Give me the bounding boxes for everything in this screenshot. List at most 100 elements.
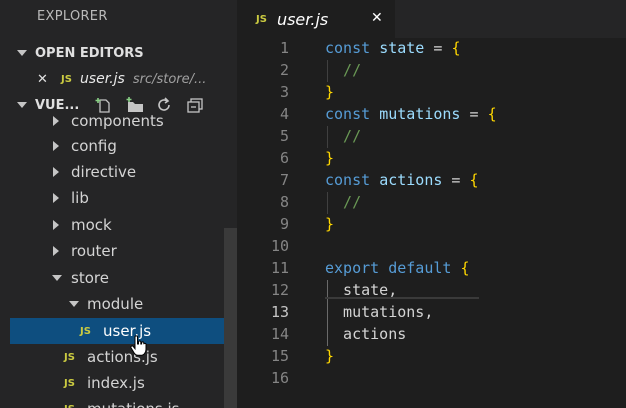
line-number: 5 — [279, 127, 289, 145]
tree-item-label: store — [71, 269, 109, 287]
tree-folder-directive[interactable]: directive — [0, 159, 237, 185]
chevron-down-icon — [69, 301, 79, 307]
code-line[interactable]: 10 — [237, 237, 626, 259]
code-token: actions — [379, 171, 443, 189]
line-number: 14 — [270, 325, 289, 343]
tree-file-user-js[interactable]: JS user.js — [10, 318, 237, 344]
tree-file-index-js[interactable]: JS index.js — [0, 370, 237, 396]
js-file-icon: JS — [80, 325, 91, 337]
line-number: 15 — [270, 347, 289, 365]
code-text: export default { — [325, 259, 470, 277]
code-token: export default — [325, 259, 461, 277]
tree-item-label: components — [71, 112, 164, 130]
code-editor[interactable]: 1 const state = {2 //3} 4 const mutations =… — [237, 38, 626, 408]
chevron-down-icon — [17, 50, 27, 56]
tree-item-label: module — [87, 295, 144, 313]
code-text: // — [325, 61, 361, 79]
js-file-icon: JS — [64, 404, 75, 408]
close-icon[interactable]: ✕ — [37, 72, 51, 87]
tree-file-mutations-js[interactable]: JS mutations.js — [0, 396, 237, 408]
code-line[interactable]: 6} — [237, 149, 626, 171]
code-token: } — [325, 215, 335, 233]
code-line[interactable]: 11 export default { — [237, 259, 626, 281]
line-number: 10 — [270, 237, 289, 255]
tree-item-label: router — [71, 242, 117, 260]
tree-folder-config[interactable]: config — [0, 133, 237, 159]
chevron-right-icon — [53, 141, 59, 151]
chevron-right-icon — [53, 246, 59, 256]
code-line[interactable]: 1 const state = { — [237, 39, 626, 61]
code-line[interactable]: 4 const mutations = { — [237, 105, 626, 127]
code-line[interactable]: 13 mutations, — [237, 303, 626, 325]
tree-item-label: mutations.js — [87, 400, 180, 408]
code-text: const mutations = { — [325, 105, 497, 123]
code-token: state, — [325, 281, 398, 299]
tree-folder-module[interactable]: module — [0, 291, 237, 317]
code-token: // — [325, 127, 362, 145]
code-token: { — [451, 39, 461, 57]
code-token: } — [325, 347, 335, 365]
code-text: // — [325, 193, 361, 211]
code-token: { — [487, 105, 497, 123]
code-text: mutations, — [325, 303, 433, 321]
tree-folder-router[interactable]: router — [0, 238, 237, 264]
line-number: 9 — [279, 215, 289, 233]
code-line[interactable]: 12 state, — [237, 281, 626, 303]
tab-user-js[interactable]: JS user.js ✕ — [237, 0, 395, 38]
code-line[interactable]: 7 const actions = { — [237, 171, 626, 193]
line-number: 4 — [279, 105, 289, 123]
line-number: 8 — [279, 193, 289, 211]
code-token: // — [325, 61, 362, 79]
editor-tab-bar: JS user.js ✕ — [237, 0, 626, 38]
line-number: 1 — [279, 39, 289, 57]
open-editor-name: user.js — [79, 71, 125, 87]
code-token: // — [325, 193, 362, 211]
code-text: // — [325, 127, 361, 145]
tree-folder-mock[interactable]: mock — [0, 212, 237, 238]
code-token: } — [325, 83, 335, 101]
chevron-right-icon — [53, 220, 59, 230]
code-text: } — [325, 215, 334, 233]
code-token: state — [379, 39, 425, 57]
code-token: const — [325, 39, 380, 57]
code-token: mutations, — [325, 303, 434, 321]
tab-label: user.js — [276, 9, 329, 29]
code-text: } — [325, 347, 334, 365]
line-number: 11 — [270, 259, 289, 277]
code-text: const state = { — [325, 39, 460, 57]
code-line[interactable]: 14 actions — [237, 325, 626, 347]
code-token: mutations — [379, 105, 461, 123]
tree-item-label: config — [71, 137, 117, 155]
line-number: 7 — [279, 171, 289, 189]
tree-folder-components[interactable]: components — [0, 108, 237, 134]
code-line[interactable]: 9} — [237, 215, 626, 237]
tree-file-actions-js[interactable]: JS actions.js — [0, 344, 237, 370]
line-number: 12 — [270, 281, 289, 299]
code-text: } — [325, 149, 334, 167]
explorer-sidebar: EXPLORER OPEN EDITORS ✕ JS user.js src/s… — [0, 0, 237, 408]
code-line[interactable]: 3} — [237, 83, 626, 105]
code-line[interactable]: 5 // — [237, 127, 626, 149]
chevron-right-icon — [53, 167, 59, 177]
open-editors-label: OPEN EDITORS — [35, 45, 144, 61]
hand-pointer-icon — [130, 335, 147, 356]
open-editor-path: src/store/... — [132, 71, 207, 87]
tree-folder-store[interactable]: store — [0, 265, 237, 291]
line-number: 3 — [279, 83, 289, 101]
tree-item-label: index.js — [87, 374, 145, 392]
code-line[interactable]: 2 // — [237, 61, 626, 83]
close-icon[interactable]: ✕ — [371, 10, 383, 26]
code-line[interactable]: 16 — [237, 369, 626, 391]
js-file-icon: JS — [256, 13, 267, 25]
js-file-icon: JS — [64, 377, 75, 389]
sidebar-scrollbar[interactable] — [224, 228, 237, 408]
tree-folder-lib[interactable]: lib — [0, 185, 237, 211]
code-line[interactable]: 15} — [237, 347, 626, 369]
open-editor-item[interactable]: ✕ JS user.js src/store/... — [0, 66, 237, 92]
code-line[interactable]: 8 // — [237, 193, 626, 215]
open-editors-header[interactable]: OPEN EDITORS — [0, 40, 237, 66]
line-number: 13 — [270, 303, 289, 321]
line-number: 16 — [270, 369, 289, 387]
code-token: } — [325, 149, 335, 167]
js-file-icon: JS — [64, 351, 75, 363]
